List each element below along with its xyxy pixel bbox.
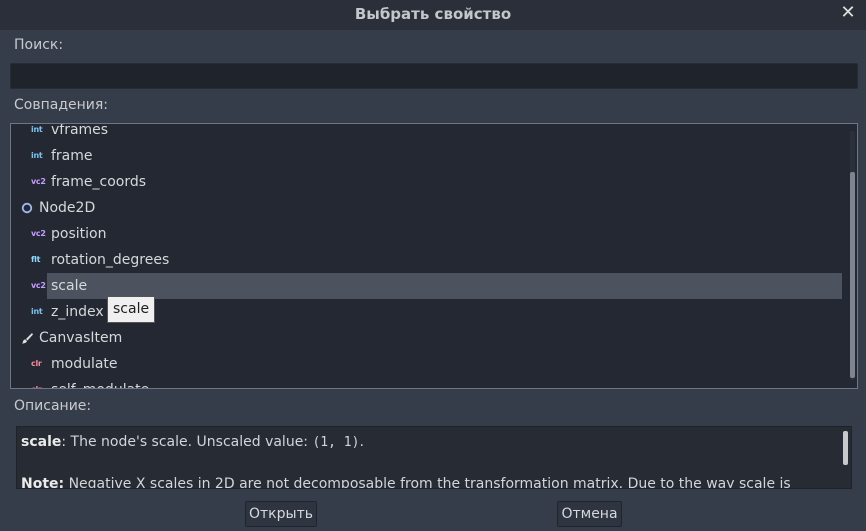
description-text: : The node's scale. Unscaled value: [61, 434, 313, 450]
vc2-type-icon: vc2 [31, 281, 46, 290]
int-type-icon: int [31, 307, 43, 316]
description-note-text: Negative X scales in 2D are not decompos… [64, 476, 791, 489]
tree-group-item[interactable]: Node2D [11, 195, 841, 221]
dialog-titlebar: Выбрать свойство ✕ [0, 0, 866, 30]
tree-item-label: frame [51, 148, 93, 164]
description-property-name: scale [21, 434, 62, 450]
tree-property-item[interactable]: int frame [11, 143, 841, 169]
tree-item-label: frame_coords [51, 174, 147, 190]
int-type-icon: int [31, 151, 43, 160]
tree-scrollbar-thumb[interactable] [850, 172, 855, 378]
cancel-button[interactable]: Отмена [557, 501, 622, 527]
tree-item-label: vframes [51, 123, 109, 138]
description-label: Описание: [14, 398, 92, 414]
vc2-type-icon: vc2 [31, 229, 46, 238]
int-type-icon: int [31, 125, 43, 134]
dialog-title: Выбрать свойство [354, 5, 512, 23]
tree-property-item[interactable]: clr modulate [11, 351, 841, 377]
description-panel[interactable]: scale: The node's scale. Unscaled value:… [16, 426, 852, 489]
tree-property-item[interactable]: vc2 position [11, 221, 841, 247]
vc2-type-icon: vc2 [31, 177, 46, 186]
tree-item-label: rotation_degrees [51, 252, 170, 268]
description-code: (1, 1) [312, 435, 360, 450]
close-icon[interactable]: ✕ [838, 2, 858, 24]
clr-type-icon: clr [31, 377, 49, 388]
search-label: Поиск: [14, 37, 64, 53]
tree-property-item[interactable]: int vframes [11, 123, 841, 143]
tree-item-label: Node2D [39, 200, 96, 216]
tree-item-label: position [51, 226, 107, 242]
tree-item-label: scale [51, 278, 88, 294]
tree-property-item[interactable]: flt rotation_degrees [11, 247, 841, 273]
tree-item-label: CanvasItem [39, 330, 123, 346]
search-field[interactable] [10, 63, 858, 89]
clr-type-icon: clr [31, 359, 42, 368]
search-input[interactable] [11, 64, 857, 88]
description-line-1: scale: The node's scale. Unscaled value:… [21, 431, 829, 454]
canvasitem-brush-icon [22, 333, 33, 344]
description-line-2: Note: Negative X scales in 2D are not de… [21, 473, 829, 489]
tree-group-item[interactable]: CanvasItem [11, 325, 841, 351]
selection-highlight [47, 273, 842, 299]
tree-property-item[interactable]: clrself_modulate [11, 377, 841, 388]
tree-property-item[interactable]: vc2 frame_coords [11, 169, 841, 195]
tree-item-label: z_index [51, 304, 104, 320]
description-note-label: Note: [21, 476, 65, 489]
description-end: . [359, 434, 364, 450]
description-scrollbar-thumb[interactable] [843, 431, 848, 465]
flt-type-icon: flt [31, 255, 41, 264]
matches-label: Совпадения: [14, 97, 109, 113]
tooltip: scale [107, 296, 156, 323]
tree-item-label: modulate [51, 356, 118, 372]
tree-item-label: self_modulate [51, 377, 149, 388]
open-button[interactable]: Открыть [245, 501, 317, 527]
node2d-icon [21, 202, 33, 214]
matches-tree[interactable]: int vframes int frame vc2 frame_coords Node2D v… [10, 123, 858, 389]
